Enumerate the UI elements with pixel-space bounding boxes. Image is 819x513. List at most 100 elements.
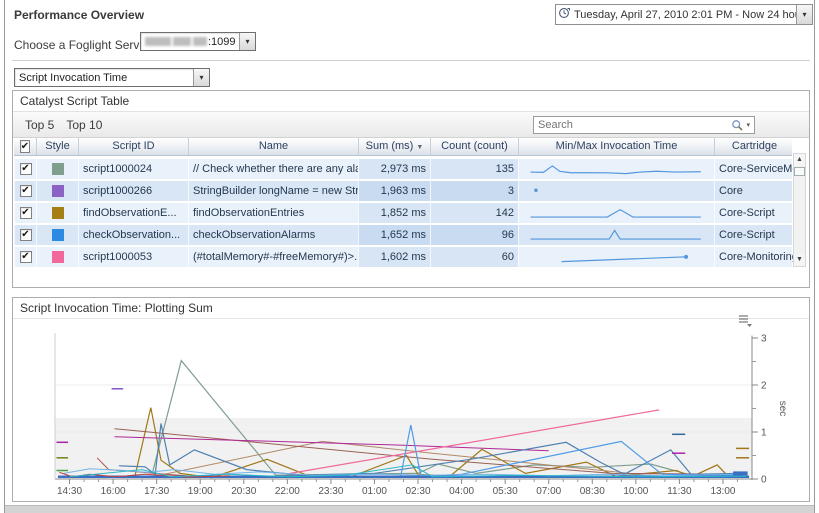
time-range-text: Tuesday, April 27, 2010 2:01 PM - Now 24…	[572, 9, 796, 21]
table-row[interactable]: ✔ findObservationE... findObservationEnt…	[14, 203, 792, 223]
time-range-dropdown-button[interactable]: ▾	[796, 5, 812, 24]
cell-name: StringBuilder longName = new Strin...	[188, 181, 358, 201]
cell-cartridge: Core-Script	[714, 225, 794, 245]
scroll-down-icon[interactable]: ▼	[794, 254, 805, 266]
svg-text:14:30: 14:30	[57, 486, 82, 497]
cell-cartridge: Core-ServiceModel-...	[714, 159, 794, 179]
svg-text:3: 3	[761, 334, 767, 345]
cell-count: 142	[430, 203, 518, 223]
cell-sum: 1,652 ms	[358, 225, 430, 245]
cell-minmax-sparkline	[518, 203, 714, 223]
cell-count: 96	[430, 225, 518, 245]
row-checkbox[interactable]: ✔	[20, 207, 32, 219]
separator-line	[12, 60, 810, 61]
select-all-cell: ✔	[14, 138, 36, 155]
table-row[interactable]: ✔ script1000053 (#totalMemory#-#freeMemo…	[14, 247, 792, 267]
server-select[interactable]: :1099 ▾	[140, 32, 256, 51]
svg-text:22:00: 22:00	[275, 486, 300, 497]
column-header-style[interactable]: Style	[36, 138, 78, 155]
svg-text:1: 1	[761, 428, 767, 439]
search-icon[interactable]	[731, 119, 744, 132]
row-checkbox[interactable]: ✔	[20, 185, 32, 197]
vertical-scrollbar[interactable]: ▲ ▼	[793, 153, 806, 267]
svg-text:19:00: 19:00	[188, 486, 213, 497]
page-title: Performance Overview	[14, 8, 144, 22]
top-10-button[interactable]: Top 10	[66, 118, 102, 132]
svg-text:10:00: 10:00	[623, 486, 648, 497]
redacted-text-block	[145, 37, 171, 46]
cell-script-id: checkObservation...	[78, 225, 188, 245]
page-left-border	[4, 0, 5, 513]
row-checkbox[interactable]: ✔	[20, 163, 32, 175]
column-header-cartridge[interactable]: Cartridge	[714, 138, 794, 155]
cell-sum: 1,602 ms	[358, 247, 430, 267]
svg-text:08:30: 08:30	[580, 486, 605, 497]
svg-text:0: 0	[761, 475, 767, 486]
chart-panel: Script Invocation Time: Plotting Sum 14:…	[12, 297, 810, 502]
cell-cartridge: Core	[714, 181, 794, 201]
cell-count: 60	[430, 247, 518, 267]
sort-desc-icon: ▼	[416, 144, 423, 151]
table-row[interactable]: ✔ checkObservation... checkObservationAl…	[14, 225, 792, 245]
cell-name: findObservationEntries	[188, 203, 358, 223]
table-body: ✔ script1000024 // Check whether there a…	[14, 157, 792, 267]
column-header-count[interactable]: Count (count)	[430, 138, 518, 155]
cell-minmax-sparkline	[518, 181, 714, 201]
time-range-selector[interactable]: Tuesday, April 27, 2010 2:01 PM - Now 24…	[555, 4, 813, 25]
caret-down-icon: ▾	[802, 10, 806, 19]
cell-minmax-sparkline	[518, 159, 714, 179]
scroll-up-icon[interactable]: ▲	[794, 154, 805, 166]
caret-down-icon: ▾	[199, 73, 203, 82]
column-header-script-id[interactable]: Script ID	[78, 138, 188, 155]
table-panel-title: Catalyst Script Table	[13, 91, 809, 112]
time-range-clock-icon	[556, 6, 572, 24]
row-checkbox[interactable]: ✔	[20, 251, 32, 263]
server-dropdown-button[interactable]: ▾	[239, 33, 255, 50]
svg-text:17:30: 17:30	[144, 486, 169, 497]
svg-text:2: 2	[761, 381, 767, 392]
table-row[interactable]: ✔ script1000024 // Check whether there a…	[14, 159, 792, 179]
svg-text:23:30: 23:30	[318, 486, 343, 497]
top-5-button[interactable]: Top 5	[25, 118, 54, 132]
performance-overview-page: Performance Overview Tuesday, April 27, …	[0, 0, 819, 513]
cell-minmax-sparkline	[518, 225, 714, 245]
svg-text:01:00: 01:00	[362, 486, 387, 497]
cell-script-id: script1000266	[78, 181, 188, 201]
column-header-name[interactable]: Name	[188, 138, 358, 155]
svg-text:sec: sec	[777, 401, 788, 417]
cell-name: (#totalMemory#-#freeMemory#)>...	[188, 247, 358, 267]
metric-select[interactable]: Script Invocation Time ▾	[14, 68, 210, 87]
search-box: ▾	[533, 116, 755, 134]
row-checkbox[interactable]: ✔	[20, 229, 32, 241]
svg-text:13:00: 13:00	[710, 486, 735, 497]
style-swatch	[52, 229, 64, 241]
svg-text:16:00: 16:00	[101, 486, 126, 497]
cell-count: 3	[430, 181, 518, 201]
metric-dropdown-button[interactable]: ▾	[193, 69, 209, 86]
style-swatch	[52, 163, 64, 175]
server-label: Choose a Foglight Server	[14, 38, 150, 52]
cell-sum: 1,852 ms	[358, 203, 430, 223]
svg-text:04:00: 04:00	[449, 486, 474, 497]
scrollbar-thumb[interactable]	[794, 167, 805, 176]
cell-script-id: script1000024	[78, 159, 188, 179]
search-input[interactable]	[534, 119, 731, 131]
column-header-minmax[interactable]: Min/Max Invocation Time	[518, 138, 714, 155]
chart-panel-title: Script Invocation Time: Plotting Sum	[13, 298, 809, 319]
page-right-border	[814, 0, 815, 513]
line-chart: 14:3016:0017:3019:0020:3022:0023:3001:00…	[14, 318, 810, 501]
select-all-checkbox[interactable]: ✔	[20, 140, 30, 153]
table-toolbar: Top 5 Top 10 ▾	[13, 112, 809, 138]
svg-text:11:30: 11:30	[667, 486, 692, 497]
style-swatch	[52, 251, 64, 263]
chart-menu-icon[interactable]	[737, 314, 753, 327]
table-row[interactable]: ✔ script1000266 StringBuilder longName =…	[14, 181, 792, 201]
cell-script-id: findObservationE...	[78, 203, 188, 223]
style-swatch	[52, 207, 64, 219]
column-header-sum[interactable]: Sum (ms) ▼	[358, 138, 430, 155]
search-options-caret-icon[interactable]: ▾	[744, 121, 754, 129]
metric-select-value: Script Invocation Time	[15, 72, 193, 84]
table-header-row: ✔ Style Script ID Name Sum (ms) ▼ Count …	[14, 138, 792, 156]
redacted-text-block	[193, 37, 207, 46]
redacted-text-block	[173, 37, 191, 46]
